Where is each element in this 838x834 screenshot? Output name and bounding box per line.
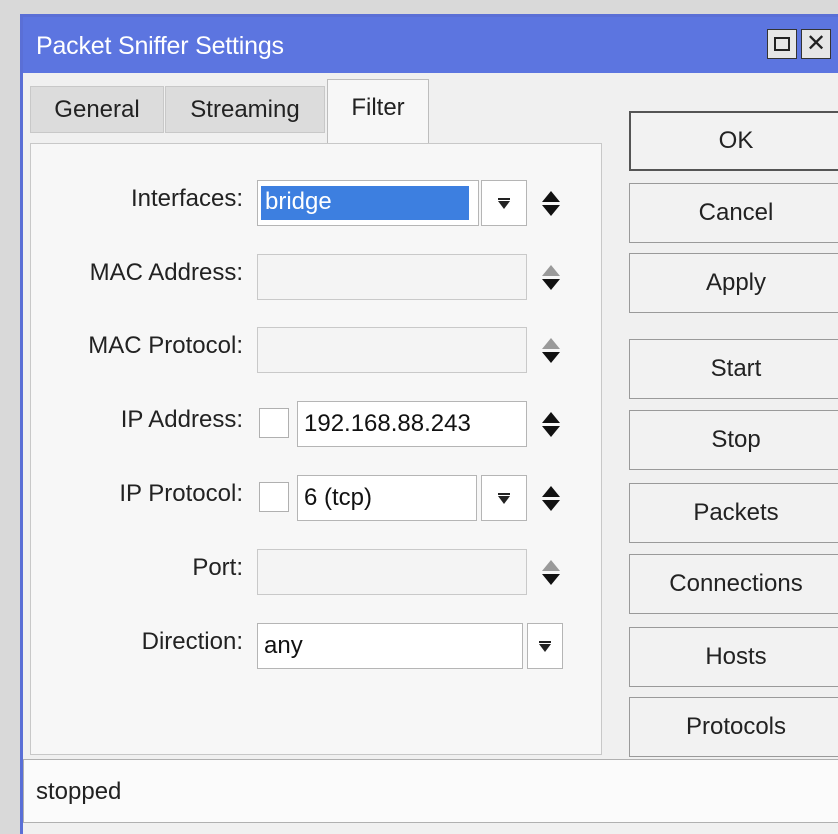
- dropdown-arrow-icon: [539, 643, 551, 652]
- tab-streaming[interactable]: Streaming: [165, 86, 325, 133]
- tab-filter[interactable]: Filter: [327, 79, 429, 145]
- direction-dropdown-button[interactable]: [527, 623, 563, 669]
- interfaces-field[interactable]: bridge: [257, 180, 479, 226]
- maximize-button[interactable]: [767, 29, 797, 59]
- direction-label: Direction:: [141, 628, 243, 655]
- dropdown-arrow-icon: [498, 495, 510, 504]
- dropdown-bar-icon: [539, 640, 551, 643]
- arrow-down-icon: [542, 499, 560, 511]
- mac-protocol-updown-button[interactable]: [539, 332, 563, 368]
- ip-protocol-invert-checkbox[interactable]: [259, 482, 289, 512]
- connections-button[interactable]: Connections: [629, 554, 838, 614]
- status-bar: stopped: [23, 759, 838, 823]
- interfaces-label: Interfaces:: [130, 185, 243, 212]
- arrow-down-icon: [542, 204, 560, 216]
- ok-button[interactable]: OK: [629, 111, 838, 171]
- interfaces-dropdown-button[interactable]: [481, 180, 527, 226]
- tab-general[interactable]: General: [30, 86, 164, 133]
- port-field[interactable]: [257, 549, 527, 595]
- close-button[interactable]: ✕: [801, 29, 831, 59]
- mac-protocol-field[interactable]: [257, 327, 527, 373]
- arrow-up-icon: [542, 411, 560, 423]
- ip-protocol-field[interactable]: 6 (tcp): [297, 475, 477, 521]
- arrow-down-icon: [542, 278, 560, 290]
- arrow-up-icon: [542, 190, 560, 202]
- hosts-button[interactable]: Hosts: [629, 627, 838, 687]
- apply-button[interactable]: Apply: [629, 253, 838, 313]
- ip-address-label: IP Address:: [120, 406, 243, 433]
- stop-button[interactable]: Stop: [629, 410, 838, 470]
- filter-panel: Interfaces: bridge MAC Address: MAC Prot…: [30, 143, 602, 755]
- dropdown-arrow-icon: [498, 200, 510, 209]
- mac-address-field[interactable]: [257, 254, 527, 300]
- arrow-up-icon: [542, 337, 560, 349]
- arrow-up-icon: [542, 559, 560, 571]
- direction-field[interactable]: any: [257, 623, 523, 669]
- arrow-down-icon: [542, 573, 560, 585]
- arrow-down-icon: [542, 425, 560, 437]
- ip-protocol-label: IP Protocol:: [119, 480, 243, 507]
- ip-protocol-updown-button[interactable]: [539, 480, 563, 516]
- protocols-button[interactable]: Protocols: [629, 697, 838, 757]
- port-updown-button[interactable]: [539, 554, 563, 590]
- dropdown-bar-icon: [498, 492, 510, 495]
- packets-button[interactable]: Packets: [629, 483, 838, 543]
- ip-address-field[interactable]: 192.168.88.243: [297, 401, 527, 447]
- ip-address-invert-checkbox[interactable]: [259, 408, 289, 438]
- arrow-up-icon: [542, 264, 560, 276]
- title-bar[interactable]: Packet Sniffer Settings ✕: [23, 17, 838, 73]
- ip-protocol-dropdown-button[interactable]: [481, 475, 527, 521]
- dropdown-bar-icon: [498, 197, 510, 200]
- arrow-down-icon: [542, 351, 560, 363]
- mac-protocol-label: MAC Protocol:: [88, 332, 243, 359]
- cancel-button[interactable]: Cancel: [629, 183, 838, 243]
- mac-address-label: MAC Address:: [89, 259, 243, 286]
- arrow-up-icon: [542, 485, 560, 497]
- window-title: Packet Sniffer Settings: [36, 32, 284, 60]
- maximize-icon: [774, 37, 790, 51]
- port-label: Port:: [192, 554, 243, 581]
- start-button[interactable]: Start: [629, 339, 838, 399]
- interfaces-updown-button[interactable]: [539, 185, 563, 221]
- mac-address-updown-button[interactable]: [539, 259, 563, 295]
- close-icon: ✕: [805, 30, 827, 57]
- ip-address-updown-button[interactable]: [539, 406, 563, 442]
- packet-sniffer-window: Packet Sniffer Settings ✕ General Stream…: [20, 14, 838, 834]
- interfaces-value: bridge: [261, 186, 469, 220]
